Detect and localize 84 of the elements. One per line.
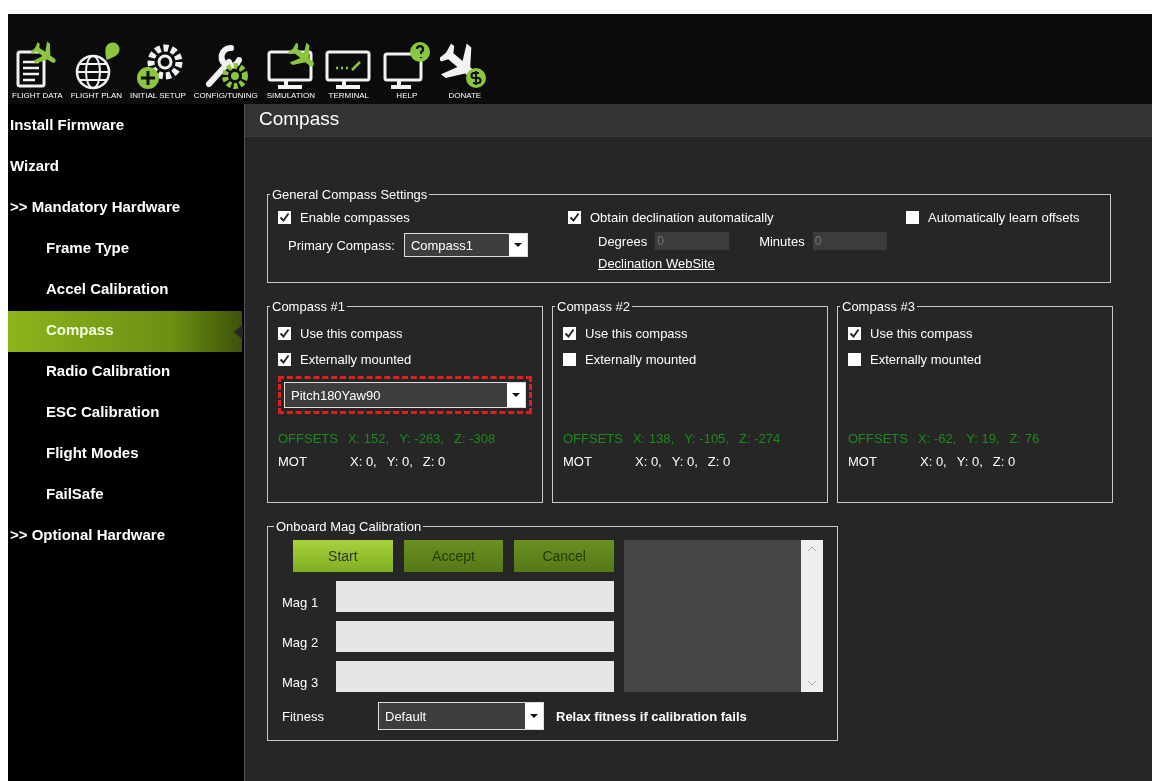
checkbox[interactable]	[278, 326, 291, 340]
offset-value: Z: 76	[1009, 430, 1040, 446]
checkbox-label: Enable compasses	[300, 209, 410, 225]
caret-icon	[513, 243, 522, 247]
sidebar-item[interactable]: Accel Calibration	[8, 270, 242, 311]
checkbox-label: Externally mounted	[585, 351, 697, 367]
group-title: Compass #3	[841, 299, 916, 314]
sidebar-item[interactable]: Flight Modes	[8, 434, 242, 475]
checkbox-label: Externally mounted	[870, 351, 982, 367]
sidebar-item[interactable]: >> Mandatory Hardware	[8, 188, 242, 229]
mag-label: Mag 2	[282, 635, 320, 652]
mag-label: Mag 1	[282, 595, 320, 612]
caret-icon	[512, 393, 520, 397]
checkbox-label: Use this compass	[870, 325, 973, 341]
checkbox[interactable]	[278, 352, 291, 366]
toolbar-button[interactable]: INITIAL SETUP	[126, 40, 190, 100]
sidebar-item[interactable]: Wizard	[8, 147, 242, 188]
mot-value: Z: 0	[422, 453, 446, 469]
offset-value: Y: 19,	[966, 430, 1000, 446]
checkbox[interactable]	[278, 210, 291, 224]
mot-value: X: 0,	[350, 453, 377, 469]
group-title: Compass #1	[271, 299, 346, 314]
calibration-button[interactable]: Start	[293, 540, 393, 572]
offset-value: X: 138,	[632, 430, 675, 446]
checkbox-label: Obtain declination automatically	[590, 209, 774, 225]
offset-value: X: 152,	[347, 430, 390, 446]
group-title: General Compass Settings	[271, 187, 429, 202]
toolbar-button[interactable]: HELP	[377, 40, 436, 100]
checkbox-label: Use this compass	[585, 325, 688, 341]
sidebar-item[interactable]: Frame Type	[8, 229, 242, 270]
sidebar-item[interactable]: FailSafe	[8, 475, 242, 516]
sidebar-item[interactable]: >> Optional Hardware	[8, 516, 242, 557]
checkbox[interactable]	[568, 210, 581, 224]
checkbox[interactable]	[906, 210, 919, 224]
field-label: Primary Compass:	[288, 237, 395, 253]
checkbox[interactable]	[563, 326, 576, 340]
sidebar-item[interactable]: Install Firmware	[8, 106, 242, 147]
mot-label: MOT	[563, 453, 593, 469]
toolbar-button[interactable]: TERMINAL	[319, 40, 378, 100]
page-title: Compass	[259, 107, 340, 131]
offset-value: Z: -274	[738, 430, 781, 446]
toolbar-button[interactable]: DONATE	[435, 40, 494, 100]
mot-label: MOT	[848, 453, 878, 469]
offsets-label: OFFSETS	[278, 430, 338, 446]
toolbar-button[interactable]: FLIGHT DATA	[8, 40, 67, 100]
offsets-label: OFFSETS	[563, 430, 623, 446]
offset-value: Z: -308	[453, 430, 496, 446]
checkbox-label: Use this compass	[300, 325, 403, 341]
mot-value: X: 0,	[635, 453, 662, 469]
toolbar-button[interactable]: CONFIG/TUNING	[189, 40, 262, 100]
sidebar-item[interactable]: ESC Calibration	[8, 393, 242, 434]
dropdown[interactable]: Default	[378, 702, 544, 730]
mot-value: Y: 0,	[386, 453, 413, 469]
offset-value: Y: -105,	[684, 430, 729, 446]
declination-link[interactable]: Declination WebSite	[598, 254, 715, 274]
mot-value: X: 0,	[920, 453, 947, 469]
offset-value: Y: -263,	[399, 430, 444, 446]
offsets-label: OFFSETS	[848, 430, 908, 446]
mot-value: Y: 0,	[956, 453, 983, 469]
caret-icon	[530, 714, 538, 718]
mot-value: Z: 0	[992, 453, 1016, 469]
offset-value: X: -62,	[917, 430, 957, 446]
toolbar-button[interactable]: FLIGHT PLAN	[66, 40, 127, 100]
group-title: Onboard Mag Calibration	[275, 519, 423, 534]
mot-value: Z: 0	[707, 453, 731, 469]
fitness-label: Fitness	[282, 708, 325, 724]
dropdown[interactable]: Pitch180Yaw90	[284, 382, 526, 408]
dropdown[interactable]: Compass1	[403, 233, 528, 257]
sidebar-item[interactable]: Radio Calibration	[8, 352, 242, 393]
help-icon	[381, 40, 432, 90]
checkbox[interactable]	[563, 352, 576, 366]
field-label: Minutes	[759, 233, 805, 249]
checkbox[interactable]	[848, 326, 861, 340]
checkbox-label: Automatically learn offsets	[928, 209, 1080, 225]
checkbox[interactable]	[848, 352, 861, 366]
mag-label: Mag 3	[282, 675, 320, 692]
field-label: Degrees	[598, 233, 648, 249]
toolbar-button[interactable]: SIMULATION	[261, 40, 320, 100]
hint-text: Relax fitness if calibration fails	[556, 708, 747, 724]
group-title: Compass #2	[556, 299, 631, 314]
mot-value: Y: 0,	[671, 453, 698, 469]
monitor-plane-icon	[265, 40, 316, 90]
checkbox-label: Externally mounted	[300, 351, 412, 367]
mot-label: MOT	[278, 453, 308, 469]
